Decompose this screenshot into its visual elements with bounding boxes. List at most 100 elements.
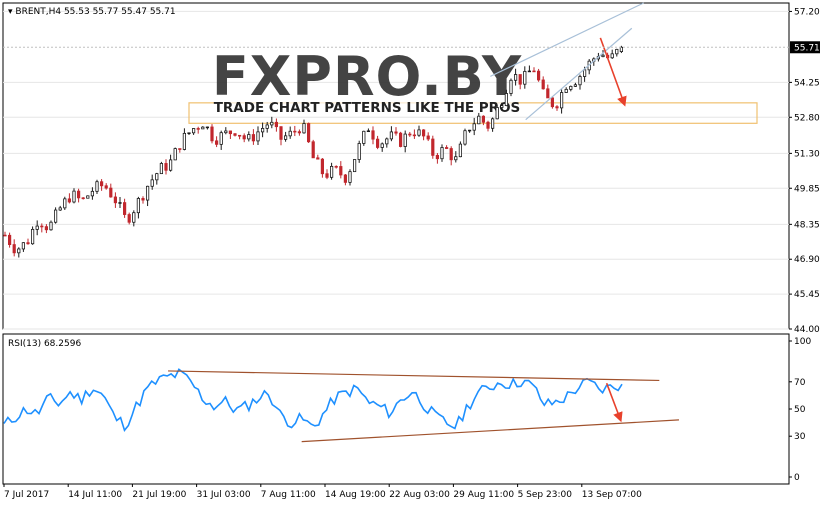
- wedge-lower-line: [525, 27, 633, 121]
- candle-body: [481, 115, 486, 123]
- candle: [431, 135, 435, 159]
- candle-body: [509, 79, 513, 94]
- candle-body: [274, 121, 279, 128]
- candle-body: [260, 127, 265, 133]
- candle-body: [136, 198, 140, 214]
- candle-body: [541, 79, 545, 90]
- candle-body: [201, 126, 205, 130]
- time-tick-label: 13 Sep 07:00: [582, 490, 642, 500]
- candle-body: [398, 132, 403, 147]
- candle: [196, 126, 200, 134]
- candle: [95, 179, 99, 194]
- candle-body: [477, 115, 481, 125]
- candle-body: [242, 135, 246, 140]
- rsi-support-line: [301, 419, 679, 443]
- price-axis: 57.20 54.25 52.80 51.30 49.85 48.35 46.90 45.45…: [789, 7, 820, 335]
- candle-body: [86, 195, 90, 199]
- candle-body: [12, 244, 16, 254]
- candle: [26, 238, 30, 245]
- candle: [371, 126, 375, 145]
- candle: [569, 85, 573, 92]
- time-axis: 7 Jul 2017 14 Jul 11:00 21 Jul 19:00 31 Jul…: [3, 484, 642, 500]
- current-price-label: 55.71: [794, 43, 820, 53]
- candle: [408, 131, 412, 137]
- price-tick-label: 46.90: [794, 255, 820, 265]
- candle-body: [444, 147, 449, 149]
- candle-body: [35, 225, 39, 230]
- candle-body: [463, 130, 467, 145]
- candle-body: [113, 196, 117, 204]
- candle-body: [265, 124, 269, 129]
- candle: [256, 126, 260, 145]
- candle: [251, 129, 255, 145]
- candle: [550, 97, 555, 109]
- candle-body: [421, 129, 426, 137]
- candle: [486, 120, 490, 132]
- candle: [30, 226, 35, 245]
- candle-body: [435, 154, 440, 160]
- candle: [541, 76, 545, 90]
- candle-body: [293, 130, 297, 133]
- candle-body: [270, 121, 274, 126]
- candle: [279, 126, 283, 146]
- candle-body: [334, 165, 338, 168]
- candle-body: [523, 71, 527, 85]
- time-tick-label: 14 Aug 19:00: [325, 490, 386, 500]
- candle-body: [141, 198, 145, 201]
- time-tick-label: 22 Aug 03:00: [389, 490, 450, 500]
- rsi-tick-label: 70: [794, 378, 806, 388]
- candle: [159, 161, 163, 175]
- candle-body: [21, 242, 26, 250]
- price-tick-label: 45.45: [794, 290, 820, 300]
- candle-body: [26, 242, 30, 245]
- candle: [403, 130, 407, 153]
- candle-body: [237, 134, 242, 137]
- candle: [532, 67, 536, 73]
- candle: [380, 142, 384, 152]
- candle-body: [408, 133, 412, 136]
- candle-body: [583, 69, 587, 77]
- candle: [560, 89, 564, 114]
- candle: [523, 66, 527, 89]
- candle-body: [214, 140, 219, 145]
- candle: [205, 126, 209, 130]
- candle-body: [348, 171, 352, 183]
- candle-body: [90, 190, 94, 197]
- rsi-axis: 100 70 50 30 0: [789, 337, 811, 483]
- candle: [316, 154, 320, 160]
- candle-body: [77, 190, 81, 199]
- candle-body: [619, 46, 624, 52]
- time-tick-label: 31 Jul 03:00: [197, 490, 251, 500]
- candle-body: [426, 135, 430, 140]
- fxpro-watermark: FXPRO.BY TRADE CHART PATTERNS LIKE THE P…: [212, 45, 521, 116]
- candle-body: [187, 132, 191, 135]
- candle-body: [490, 118, 495, 129]
- candle-body: [297, 131, 302, 134]
- candle-body: [58, 207, 62, 211]
- candle-body: [182, 132, 186, 150]
- candle-body: [320, 158, 325, 175]
- candle-body: [578, 76, 582, 86]
- candle: [343, 173, 348, 186]
- candle-body: [467, 129, 472, 132]
- candle-body: [527, 70, 532, 73]
- candle: [201, 126, 205, 130]
- candle-body: [375, 138, 380, 148]
- candle: [348, 169, 352, 186]
- candle: [472, 117, 476, 136]
- candle-body: [104, 185, 108, 189]
- candle-body: [610, 53, 614, 59]
- candle-body: [247, 134, 251, 140]
- candle: [237, 134, 242, 140]
- candle-body: [385, 138, 389, 145]
- candle: [320, 158, 325, 178]
- candle: [458, 141, 463, 158]
- candle: [375, 135, 380, 150]
- candle: [127, 212, 131, 225]
- candle-body: [306, 123, 311, 143]
- candle: [394, 127, 398, 136]
- candle: [247, 131, 251, 142]
- candle-body: [288, 130, 292, 137]
- candle-body: [109, 187, 113, 198]
- candle-body: [472, 123, 476, 131]
